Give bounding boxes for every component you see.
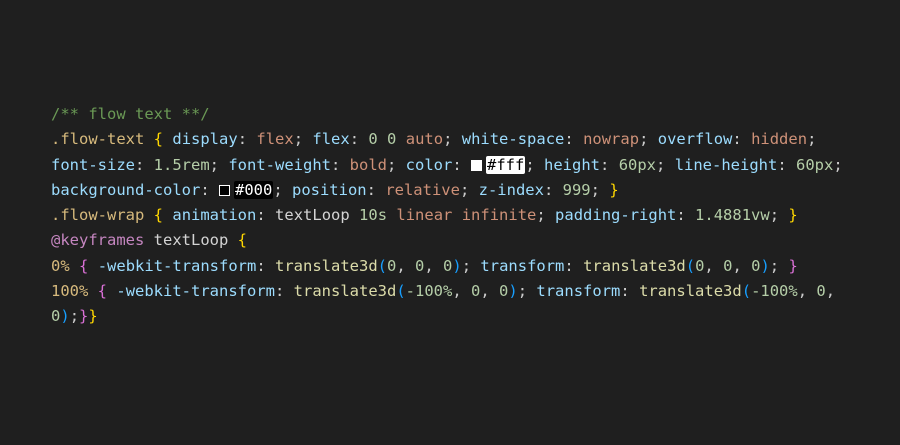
selector-flow-wrap: .flow-wrap [51, 206, 145, 225]
number-value: 0 [387, 130, 397, 149]
color-value-highlighted: #fff [486, 155, 526, 174]
property-name: line-height [674, 155, 778, 174]
code-block[interactable]: /** flow text **/ .flow-text { display: f… [51, 102, 843, 330]
property-name: height [544, 155, 601, 174]
property-value: hidden [751, 130, 808, 149]
property-name: overflow [657, 130, 733, 149]
close-brace: } [79, 307, 89, 326]
property-name: color [405, 155, 453, 174]
property-value: linear [396, 206, 453, 225]
code-line-9: 0);}} [51, 307, 98, 326]
property-name: transform [480, 256, 565, 275]
number-value: 1.4881vw [695, 206, 770, 225]
close-brace: } [609, 180, 619, 199]
property-name: font-weight [228, 155, 331, 174]
number-value: 0 [387, 256, 397, 275]
property-name: position [291, 180, 367, 199]
color-swatch-black-icon[interactable] [218, 184, 230, 196]
function-name: translate3d [639, 282, 742, 301]
color-value-highlighted: #000 [233, 180, 274, 199]
keyframe-selector: 0% [51, 256, 70, 275]
open-brace: { [153, 206, 164, 225]
keyframes-name: textLoop [153, 231, 229, 250]
code-line-1: /** flow text **/ [51, 102, 843, 127]
number-value: 0 [415, 256, 425, 275]
number-value: 60px [796, 155, 834, 174]
property-name: padding-right [555, 206, 677, 225]
number-value: 10s [359, 206, 388, 225]
open-brace: { [237, 231, 248, 250]
close-brace: } [88, 307, 98, 326]
code-line-6: @keyframes textLoop { [51, 228, 843, 253]
selector-flow-text: .flow-text [51, 130, 145, 149]
number-value: 60px [618, 155, 657, 174]
property-name: white-space [461, 130, 565, 149]
number-value: 0 [816, 282, 826, 301]
function-name: translate3d [293, 282, 397, 301]
property-name: display [172, 130, 238, 149]
number-value: 0 [368, 130, 378, 149]
property-name: z-index [478, 180, 544, 199]
code-editor[interactable]: /** flow text **/ .flow-text { display: f… [0, 0, 900, 445]
number-value: 999 [562, 180, 591, 199]
property-name: -webkit-transform [116, 282, 275, 301]
property-name: transform [536, 282, 621, 301]
function-name: translate3d [583, 256, 686, 275]
number-value: 0 [443, 256, 453, 275]
comment-text: /** flow text **/ [51, 105, 210, 123]
property-value: bold [349, 155, 387, 174]
property-value: flex [256, 130, 294, 149]
open-brace: { [79, 256, 89, 275]
close-brace: } [788, 206, 798, 225]
number-value: 0 [471, 282, 481, 301]
code-line-8: 100% { -webkit-transform: translate3d(-1… [51, 282, 836, 301]
property-name: font-size [51, 155, 135, 174]
number-value: -100% [405, 282, 453, 301]
property-value: relative [385, 180, 460, 199]
number-value: -100% [751, 282, 798, 301]
color-swatch-white-icon[interactable] [471, 159, 483, 171]
property-name: animation [172, 206, 257, 225]
open-brace: { [153, 130, 164, 149]
property-value: infinite [461, 206, 537, 225]
close-brace: } [788, 256, 798, 275]
function-name: translate3d [275, 256, 378, 275]
number-value: 0 [499, 282, 509, 301]
number-value: 1.5rem [153, 155, 210, 174]
open-brace: { [97, 282, 108, 301]
property-name: background-color [51, 180, 201, 199]
animation-name: textLoop [275, 206, 350, 225]
at-rule-keyframes: @keyframes [51, 231, 145, 250]
code-line-4: background-color: #000; position: relati… [51, 180, 619, 199]
property-value: auto [405, 130, 444, 149]
code-line-7: 0% { -webkit-transform: translate3d(0, 0… [51, 256, 798, 275]
property-name: flex [312, 130, 350, 149]
property-value: nowrap [583, 130, 640, 149]
number-value: 0 [51, 307, 61, 326]
code-line-3: font-size: 1.5rem; font-weight: bold; co… [51, 155, 843, 174]
code-line-5: .flow-wrap { animation: textLoop 10s lin… [51, 206, 798, 225]
property-name: -webkit-transform [97, 256, 257, 275]
keyframe-selector: 100% [51, 282, 89, 301]
code-line-2: .flow-text { display: flex; flex: 0 0 au… [51, 130, 817, 149]
